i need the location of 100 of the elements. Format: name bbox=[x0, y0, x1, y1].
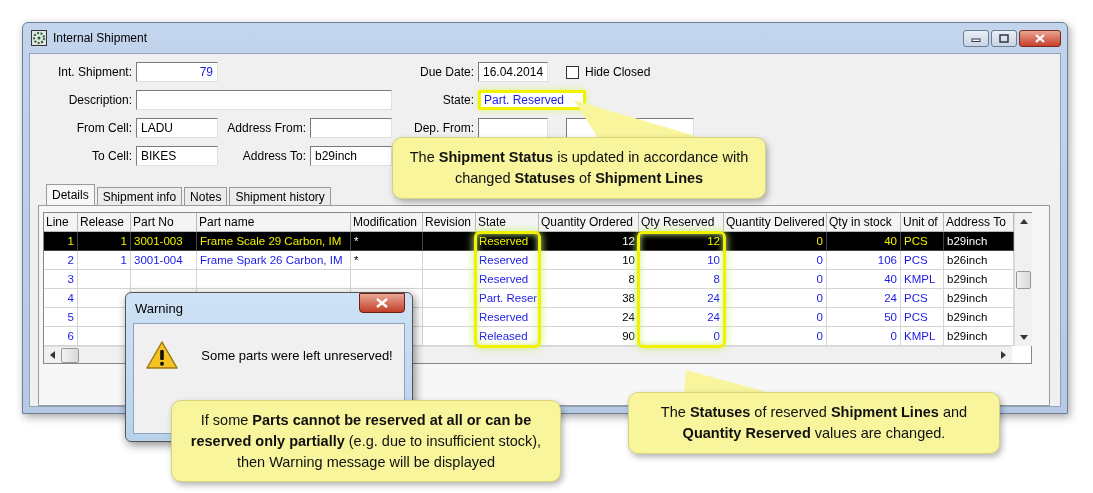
table-cell bbox=[78, 270, 131, 289]
field-label: To Cell: bbox=[91, 149, 132, 163]
table-cell: PCS bbox=[901, 308, 944, 327]
scroll-thumb[interactable] bbox=[61, 347, 79, 363]
table-cell: PCS bbox=[901, 232, 944, 251]
window-title: Internal Shipment bbox=[53, 31, 148, 45]
field-label: Description: bbox=[67, 93, 132, 107]
table-cell: 0 bbox=[724, 232, 827, 251]
callout-text: The Shipment Status is updated in accordance with changed Statuses of Shipment Lines bbox=[408, 148, 750, 188]
tab[interactable]: Shipment info bbox=[96, 187, 183, 205]
column-header[interactable]: Release bbox=[78, 213, 131, 232]
column-header[interactable]: Modification bbox=[351, 213, 423, 232]
dialog-message: Some parts were left unreserved! bbox=[201, 347, 393, 363]
table-cell: 24 bbox=[639, 289, 724, 308]
column-header[interactable]: Qty in stock bbox=[827, 213, 901, 232]
close-button[interactable] bbox=[1019, 29, 1061, 47]
address-to-field[interactable]: b29inch bbox=[310, 146, 392, 166]
warning-icon bbox=[145, 340, 180, 370]
description-field[interactable] bbox=[136, 90, 392, 110]
hide-closed-checkbox[interactable] bbox=[566, 65, 579, 79]
due-date-field[interactable]: 16.04.2014 bbox=[478, 62, 548, 82]
field-label: Dep. From: bbox=[413, 121, 474, 135]
table-cell bbox=[423, 232, 476, 251]
maximize-button[interactable] bbox=[991, 29, 1017, 47]
table-cell: 3001-003 bbox=[131, 232, 197, 251]
field-label: Address From: bbox=[226, 121, 306, 135]
field-label: From Cell: bbox=[75, 121, 132, 135]
callout-text: The Statuses of reserved Shipment Lines and Quantity Reserved values are changed. bbox=[659, 403, 969, 443]
column-header[interactable]: Address To bbox=[944, 213, 1014, 232]
to-cell-field[interactable]: BIKES bbox=[136, 146, 218, 166]
table-cell: Reserved bbox=[476, 270, 539, 289]
table-cell: PCS bbox=[901, 251, 944, 270]
state-field[interactable]: Part. Reserved bbox=[478, 90, 586, 110]
column-header[interactable]: Part name bbox=[197, 213, 351, 232]
int-shipment-field[interactable]: 79 bbox=[136, 62, 218, 82]
table-cell: 40 bbox=[827, 232, 901, 251]
column-header[interactable]: Qty Reserved bbox=[639, 213, 724, 232]
table-cell: 3001-004 bbox=[131, 251, 197, 270]
table-cell: 8 bbox=[639, 270, 724, 289]
address-from-field[interactable] bbox=[310, 118, 392, 138]
callout-text: If some Parts cannot be reserved at all or can be reserved only partially (e.g. due to insufficient stock), then Warning message will be displayed bbox=[189, 410, 543, 472]
table-cell: Part. Reser bbox=[476, 289, 539, 308]
table-cell: 5 bbox=[44, 308, 78, 327]
scroll-down-icon bbox=[1019, 335, 1028, 340]
column-header[interactable]: Quantity Ordered bbox=[539, 213, 639, 232]
table-cell: KMPL bbox=[901, 270, 944, 289]
table-cell: Frame Spark 26 Carbon, IM bbox=[197, 251, 351, 270]
column-header[interactable]: Unit of bbox=[901, 213, 944, 232]
column-header[interactable]: Quantity Delivered bbox=[724, 213, 827, 232]
table-cell: 24 bbox=[639, 308, 724, 327]
table-cell bbox=[351, 270, 423, 289]
table-cell: 0 bbox=[724, 289, 827, 308]
table-cell: 0 bbox=[724, 270, 827, 289]
from-cell-field[interactable]: LADU bbox=[136, 118, 218, 138]
scroll-right-icon bbox=[1001, 351, 1006, 359]
table-cell: 0 bbox=[724, 251, 827, 270]
field-label: State: bbox=[441, 93, 474, 107]
table-cell: 2 bbox=[44, 251, 78, 270]
field-label: Address To: bbox=[241, 149, 306, 163]
table-cell: 0 bbox=[639, 327, 724, 346]
table-cell: 3 bbox=[44, 270, 78, 289]
tab[interactable]: Details bbox=[46, 184, 95, 205]
table-cell: 106 bbox=[827, 251, 901, 270]
checkbox-label: Hide Closed bbox=[585, 65, 651, 79]
table-cell: 10 bbox=[539, 251, 639, 270]
table-cell: 24 bbox=[539, 308, 639, 327]
table-cell: 24 bbox=[827, 289, 901, 308]
table-cell: 38 bbox=[539, 289, 639, 308]
column-header[interactable]: Revision bbox=[423, 213, 476, 232]
close-button[interactable] bbox=[359, 293, 405, 313]
column-header[interactable]: State bbox=[476, 213, 539, 232]
field-label: Int. Shipment: bbox=[56, 65, 132, 79]
tab[interactable]: Notes bbox=[184, 187, 228, 205]
column-header[interactable]: Line bbox=[44, 213, 78, 232]
table-cell: 8 bbox=[539, 270, 639, 289]
table-cell: Reserved bbox=[476, 251, 539, 270]
scroll-up-icon bbox=[1019, 219, 1028, 224]
vertical-scrollbar[interactable] bbox=[1014, 213, 1032, 346]
field-label: Due Date: bbox=[418, 65, 474, 79]
table-cell: Frame Scale 29 Carbon, IM bbox=[197, 232, 351, 251]
minimize-button[interactable] bbox=[963, 29, 989, 47]
table-cell: Reserved bbox=[476, 308, 539, 327]
table-cell: 12 bbox=[539, 232, 639, 251]
table-cell: * bbox=[351, 251, 423, 270]
table-cell: 10 bbox=[639, 251, 724, 270]
table-cell bbox=[131, 270, 197, 289]
tab[interactable]: Shipment history bbox=[229, 187, 331, 205]
column-header[interactable]: Part No bbox=[131, 213, 197, 232]
close-icon bbox=[376, 298, 388, 308]
table-cell: Released bbox=[476, 327, 539, 346]
maximize-icon bbox=[999, 33, 1009, 43]
table-cell: 40 bbox=[827, 270, 901, 289]
scroll-thumb[interactable] bbox=[1016, 271, 1031, 289]
app-icon bbox=[31, 30, 47, 46]
table-cell: 1 bbox=[44, 232, 78, 251]
dep-from-field[interactable] bbox=[478, 118, 548, 138]
table-cell: 1 bbox=[78, 251, 131, 270]
table-cell: 0 bbox=[724, 308, 827, 327]
table-cell: * bbox=[351, 232, 423, 251]
close-icon bbox=[1035, 33, 1045, 43]
